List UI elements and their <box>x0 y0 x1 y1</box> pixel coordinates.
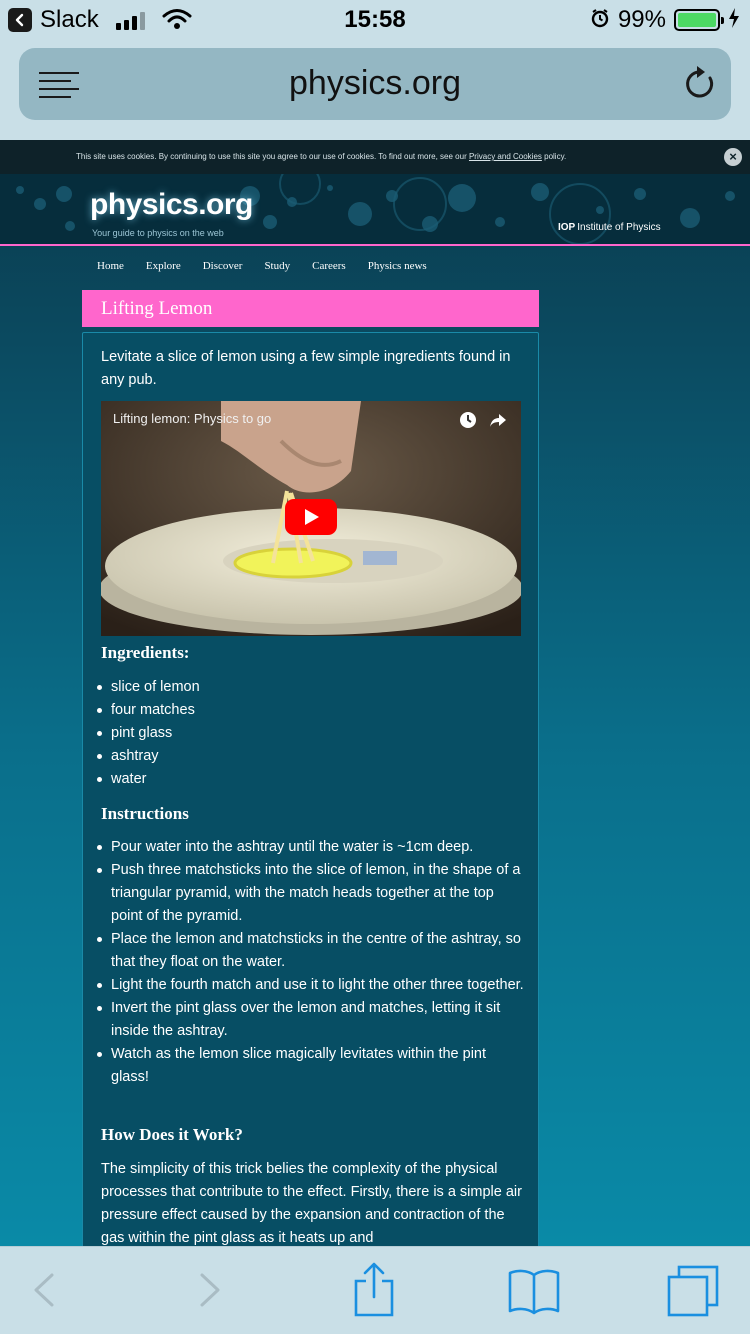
list-item: slice of lemon <box>95 676 515 699</box>
cookie-banner: This site uses cookies. By continuing to… <box>0 140 750 174</box>
site-logo[interactable]: physics.org <box>90 188 253 222</box>
list-item: Watch as the lemon slice magically levit… <box>95 1043 527 1089</box>
tabs-icon[interactable] <box>667 1265 719 1322</box>
site-navigation: Home Explore Discover Study Careers Phys… <box>97 260 449 272</box>
share-icon[interactable] <box>352 1261 396 1322</box>
nav-explore[interactable]: Explore <box>146 260 181 272</box>
list-item: ashtray <box>95 745 515 768</box>
article-title: Lifting Lemon <box>101 298 213 319</box>
nav-home[interactable]: Home <box>97 260 124 272</box>
battery-level <box>678 13 716 27</box>
list-item: Place the lemon and matchsticks in the c… <box>95 928 527 974</box>
nav-discover[interactable]: Discover <box>203 260 243 272</box>
instructions-list: Pour water into the ashtray until the wa… <box>95 836 527 1089</box>
list-item: Pour water into the ashtray until the wa… <box>95 836 527 859</box>
share-video-icon[interactable] <box>489 411 507 434</box>
bookmarks-icon[interactable] <box>507 1267 561 1320</box>
alarm-icon <box>590 8 610 33</box>
ingredients-heading: Ingredients: <box>101 643 190 662</box>
play-button[interactable] <box>285 499 337 535</box>
reload-icon[interactable] <box>683 64 717 107</box>
site-header: physics.org Your guide to physics on the… <box>0 174 750 244</box>
nav-study[interactable]: Study <box>264 260 290 272</box>
list-item: Invert the pint glass over the lemon and… <box>95 997 527 1043</box>
list-item: four matches <box>95 699 515 722</box>
back-icon[interactable] <box>30 1265 58 1320</box>
charging-bolt-icon <box>728 7 740 33</box>
address-text[interactable]: physics.org <box>19 64 731 103</box>
article-title-bar: Lifting Lemon <box>82 290 539 327</box>
battery-percentage: 99% <box>617 6 666 33</box>
instructions-heading: Instructions <box>101 804 189 823</box>
cookie-notice: This site uses cookies. By continuing to… <box>76 152 567 161</box>
browser-top-bar: physics.org <box>0 40 750 140</box>
article-body: Levitate a slice of lemon using a few si… <box>82 332 539 1246</box>
iop-logo[interactable]: IOP Institute of Physics <box>558 222 661 233</box>
header-divider <box>0 244 750 246</box>
ingredients-list: slice of lemon four matches pint glass a… <box>95 676 515 791</box>
how-body: The simplicity of this trick belies the … <box>101 1161 522 1246</box>
site-tagline: Your guide to physics on the web <box>92 228 224 238</box>
list-item: pint glass <box>95 722 515 745</box>
article-intro: Levitate a slice of lemon using a few si… <box>101 349 511 388</box>
status-bar: Slack 15:58 99% <box>0 0 750 40</box>
video-player[interactable]: Lifting lemon: Physics to go <box>101 401 521 636</box>
browser-toolbar <box>0 1246 750 1334</box>
watch-later-icon[interactable] <box>459 411 477 434</box>
list-item: Light the fourth match and use it to lig… <box>95 974 527 997</box>
forward-icon[interactable] <box>196 1265 224 1320</box>
address-bar[interactable]: physics.org <box>19 48 731 120</box>
video-title: Lifting lemon: Physics to go <box>113 411 272 426</box>
privacy-cookies-link[interactable]: Privacy and Cookies <box>469 152 542 161</box>
how-heading: How Does it Work? <box>101 1125 243 1144</box>
nav-physics-news[interactable]: Physics news <box>368 260 427 272</box>
list-item: water <box>95 768 515 791</box>
web-page: This site uses cookies. By continuing to… <box>0 140 750 1246</box>
list-item: Push three matchsticks into the slice of… <box>95 859 527 928</box>
close-icon[interactable]: × <box>724 148 742 166</box>
battery-icon <box>674 9 724 31</box>
nav-careers[interactable]: Careers <box>312 260 346 272</box>
